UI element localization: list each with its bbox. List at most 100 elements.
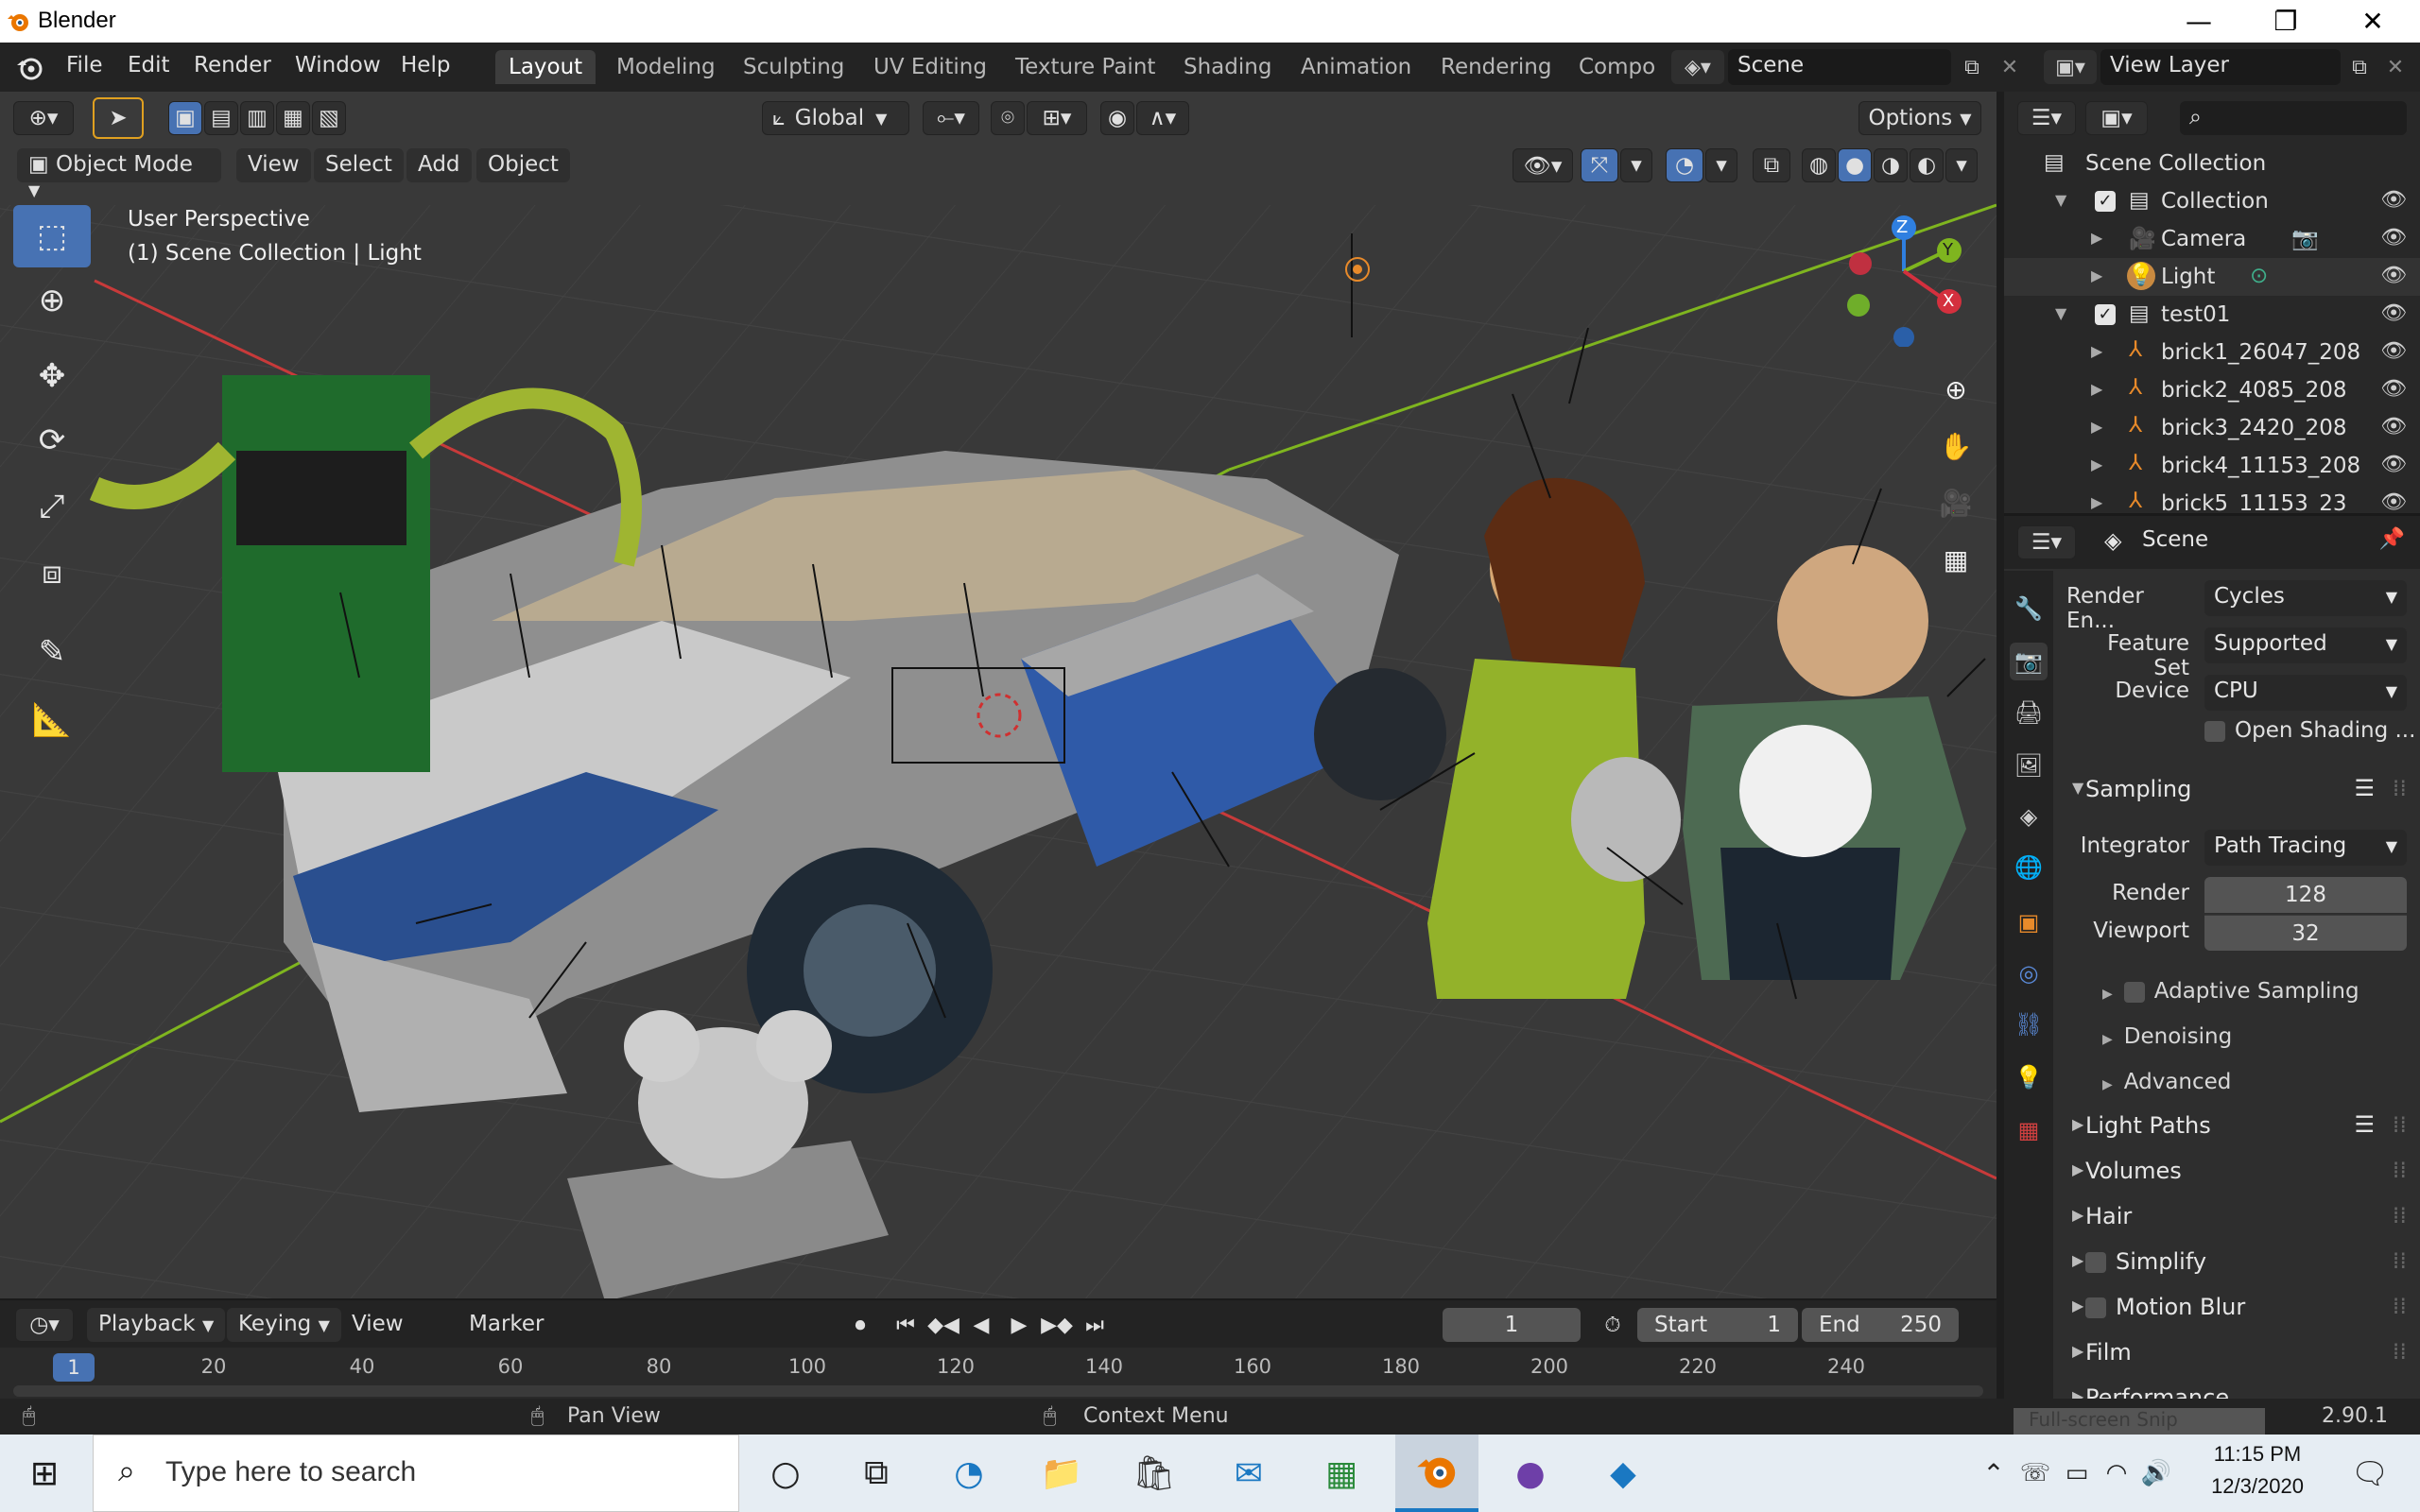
hair-panel-header[interactable]: ▶ Hair ⁞⁞ — [2061, 1194, 2412, 1238]
delete-scene-icon[interactable]: ✕ — [1993, 50, 2027, 84]
snap-toggle-icon[interactable]: ⌾ — [991, 101, 1025, 135]
outliner-row-brick5[interactable]: ▶ ⅄ brick5_11153_23 👁 — [2004, 485, 2420, 513]
rotate-tool-icon[interactable]: ⟳ — [13, 409, 91, 472]
motion-blur-toggle[interactable]: Motion Blur — [2085, 1294, 2245, 1320]
light-data-icon[interactable]: ⊙ — [2250, 264, 2268, 288]
outliner-row-light[interactable]: ▶ 💡 Light ⊙ 👁 — [2004, 258, 2420, 296]
eye-icon[interactable]: 👁 — [2380, 264, 2407, 287]
menu-view[interactable]: View — [236, 148, 311, 182]
microsoft-store-icon[interactable]: 🛍 — [1127, 1446, 1182, 1501]
auto-keying-record-icon[interactable]: ⏺ — [843, 1312, 877, 1338]
overlays-dropdown-icon[interactable]: ▾ — [1705, 148, 1737, 182]
outliner-row-brick4[interactable]: ▶ ⅄ brick4_11153_208 👁 — [2004, 447, 2420, 485]
drag-handle-icon[interactable]: ⁞⁞ — [2393, 1111, 2407, 1138]
checkbox-icon[interactable] — [2123, 981, 2145, 1003]
windows-start-icon[interactable]: ⊞ — [17, 1446, 72, 1501]
menu-window[interactable]: Window — [295, 53, 381, 77]
volumes-panel-header[interactable]: ▶ Volumes ⁞⁞ — [2061, 1149, 2412, 1193]
scene-name-field[interactable]: Scene — [1728, 49, 1951, 85]
maximize-button[interactable]: ❐ — [2242, 0, 2329, 43]
expand-triangle-icon[interactable]: ▼ — [2055, 304, 2066, 322]
github-desktop-icon[interactable]: ● — [1503, 1446, 1558, 1501]
eye-icon[interactable]: 👁 — [2380, 226, 2407, 249]
view-layer-browse-icon[interactable]: ▣▾ — [2044, 50, 2097, 84]
proportional-edit-icon[interactable]: ◉ — [1100, 101, 1134, 135]
gizmo-toggle-icon[interactable]: ⤧ — [1581, 148, 1618, 182]
tab-uv-editing[interactable]: UV Editing — [860, 50, 1000, 84]
scene-browse-icon[interactable]: ◈▾ — [1671, 50, 1724, 84]
eye-icon[interactable]: 👁 — [2380, 188, 2407, 212]
blender-taskbar-icon[interactable] — [1395, 1435, 1478, 1512]
options-dropdown[interactable]: Options ▼ — [1858, 101, 1981, 135]
outliner-row-brick3[interactable]: ▶ ⅄ brick3_2420_208 👁 — [2004, 409, 2420, 447]
menu-keying[interactable]: Keying ▼ — [227, 1308, 341, 1342]
physics-tab-icon[interactable]: ◎ — [2010, 954, 2048, 992]
minimize-button[interactable]: — — [2155, 0, 2242, 43]
overlays-toggle-icon[interactable]: ◔ — [1666, 148, 1703, 182]
integrator-dropdown[interactable]: Path Tracing ▼ — [2204, 830, 2407, 866]
render-tab-icon[interactable]: 📷 — [2010, 643, 2048, 680]
object-mode-dropdown[interactable]: ▣ Object Mode ▼ — [17, 148, 221, 199]
delete-view-layer-icon[interactable]: ✕ — [2378, 50, 2412, 84]
notifications-icon[interactable]: 🗨 — [2342, 1446, 2397, 1501]
simplify-panel-header[interactable]: ▶ Simplify ⁞⁞ — [2061, 1240, 2412, 1283]
menu-file[interactable]: File — [66, 53, 103, 77]
outliner-search-input[interactable]: ⌕ — [2180, 101, 2407, 135]
simplify-toggle[interactable]: Simplify — [2085, 1248, 2206, 1275]
advanced-subpanel[interactable]: ▶ Advanced — [2102, 1070, 2231, 1094]
cursor-tool-icon[interactable]: ⊕ — [13, 269, 91, 332]
select-box-subtract-icon[interactable]: ▥ — [240, 101, 274, 135]
collapse-triangle-icon[interactable]: ▶ — [2091, 418, 2102, 436]
menu-marker[interactable]: Marker — [458, 1308, 556, 1342]
eye-icon[interactable]: 👁 — [2380, 490, 2407, 513]
light-data-tab-icon[interactable]: 💡 — [2010, 1058, 2048, 1096]
transform-orientation-dropdown[interactable]: ⟀ Global ▼ — [762, 101, 909, 135]
eye-icon[interactable]: 👁 — [2380, 339, 2407, 363]
menu-add[interactable]: Add — [406, 148, 472, 182]
adaptive-sampling-subpanel[interactable]: ▶ Adaptive Sampling — [2102, 979, 2360, 1004]
open-shading-language-checkbox[interactable]: Open Shading ... — [2204, 718, 2415, 743]
collection-exclude-checkbox[interactable]: ✓ — [2095, 304, 2116, 325]
select-tool-icon[interactable]: ➤ — [93, 97, 144, 139]
menu-render[interactable]: Render — [194, 53, 271, 77]
task-view-icon[interactable]: ⧉ — [849, 1446, 904, 1501]
select-box-tool-icon[interactable]: ⬚ — [13, 205, 91, 267]
timeline-scrollbar[interactable] — [13, 1385, 1983, 1397]
texture-tab-icon[interactable]: ▦ — [2010, 1111, 2048, 1149]
properties-editor-type-icon[interactable]: ☰▾ — [2017, 525, 2076, 559]
outliner-row-brick2[interactable]: ▶ ⅄ brick2_4085_208 👁 — [2004, 371, 2420, 409]
constraints-tab-icon[interactable]: ⛓ — [2010, 1005, 2048, 1043]
outliner-row-collection[interactable]: ▼ ✓ ▤ Collection 👁 — [2004, 182, 2420, 220]
presets-list-icon[interactable]: ☰ — [2354, 775, 2375, 801]
drag-handle-icon[interactable]: ⁞⁞ — [2393, 1157, 2407, 1183]
current-frame-field[interactable]: 1 — [1443, 1308, 1581, 1342]
drag-handle-icon[interactable]: ⁞⁞ — [2393, 1202, 2407, 1228]
collapse-triangle-icon[interactable]: ▶ — [2091, 380, 2102, 398]
render-samples-field[interactable]: 128 — [2204, 877, 2407, 913]
volume-icon[interactable]: 🔊 — [2129, 1446, 2184, 1501]
proportional-falloff-icon[interactable]: ∧▾ — [1136, 101, 1189, 135]
select-box-new-icon[interactable]: ▣ — [168, 101, 202, 135]
drag-handle-icon[interactable]: ⁞⁞ — [2393, 775, 2407, 801]
eye-icon[interactable]: 👁 — [2380, 301, 2407, 325]
jump-to-end-icon[interactable]: ⏭ — [1078, 1312, 1112, 1338]
feature-set-dropdown[interactable]: Supported ▼ — [2204, 627, 2407, 663]
play-reverse-icon[interactable]: ◀ — [964, 1312, 998, 1338]
camera-data-icon[interactable]: 📷 — [2291, 226, 2319, 251]
editor-type-icon[interactable]: ⊕▾ — [13, 101, 74, 135]
drag-handle-icon[interactable]: ⁞⁞ — [2393, 1247, 2407, 1274]
collapse-triangle-icon[interactable]: ▶ — [2091, 342, 2102, 360]
world-tab-icon[interactable]: 🌐 — [2010, 849, 2048, 886]
excel-icon[interactable]: ▦ — [1314, 1446, 1369, 1501]
eye-icon[interactable]: 👁 — [2380, 415, 2407, 438]
viewport-samples-field[interactable]: 32 — [2204, 915, 2407, 951]
timeline-ruler[interactable]: 1 20 40 60 80 100 120 140 160 180 200 22… — [0, 1348, 1996, 1400]
jump-to-keyframe-prev-icon[interactable]: ◆◀ — [926, 1312, 960, 1338]
eye-icon[interactable]: 👁 — [2380, 377, 2407, 401]
output-tab-icon[interactable]: 🖨 — [2010, 694, 2048, 731]
drag-handle-icon[interactable]: ⁞⁞ — [2393, 1293, 2407, 1319]
object-tab-icon[interactable]: ▣ — [2010, 903, 2048, 941]
lego-studio-icon[interactable]: ◆ — [1596, 1446, 1651, 1501]
menu-help[interactable]: Help — [401, 53, 450, 77]
jump-to-start-icon[interactable]: ⏮ — [889, 1312, 923, 1338]
